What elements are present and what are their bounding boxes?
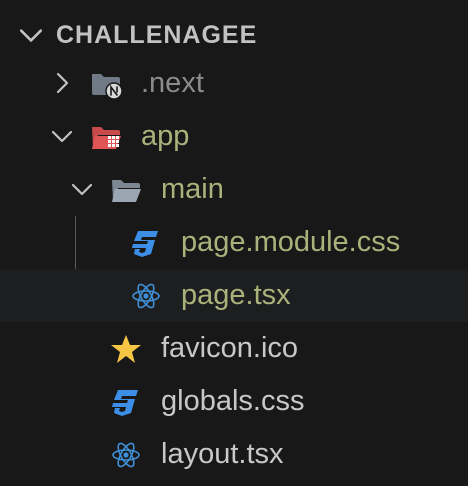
tree-item-label: main — [161, 173, 224, 205]
tree-item-label: app — [141, 120, 190, 152]
tree-item-label: .next — [141, 67, 204, 99]
nextjs-folder-icon — [92, 74, 122, 100]
tree-item-page-tsx[interactable]: page.tsx — [0, 269, 468, 322]
tree-item-main-folder[interactable]: main — [0, 163, 468, 216]
react-icon — [112, 442, 140, 468]
chevron-down-icon — [51, 130, 73, 143]
tree-item-page-module-css[interactable]: page.module.css — [0, 216, 468, 269]
tree-item-layout-tsx[interactable]: layout.tsx — [0, 428, 468, 481]
css-file-icon — [112, 390, 138, 416]
chevron-down-icon — [71, 183, 93, 196]
folder-open-icon — [112, 180, 141, 202]
star-icon — [111, 335, 141, 363]
tree-item-favicon[interactable]: favicon.ico — [0, 322, 468, 375]
tree-item-label: layout.tsx — [161, 438, 284, 470]
tree-item-label: globals.css — [161, 385, 305, 417]
tree-item-label: favicon.ico — [161, 332, 299, 364]
tree-item-app-folder[interactable]: app — [0, 110, 468, 163]
tree-item-label: page.module.css — [181, 226, 401, 258]
app-folder-open-icon — [92, 127, 121, 149]
chevron-right-icon — [56, 72, 69, 94]
tree-item-label: page.tsx — [181, 279, 291, 311]
chevron-down-icon — [19, 29, 43, 42]
file-explorer: CHALLENAGEE .next app main page.module.c… — [0, 0, 468, 486]
tree-item-next-folder[interactable]: .next — [0, 57, 468, 110]
tree-item-globals-css[interactable]: globals.css — [0, 375, 468, 428]
css-file-icon — [132, 231, 158, 257]
react-icon — [132, 283, 160, 309]
